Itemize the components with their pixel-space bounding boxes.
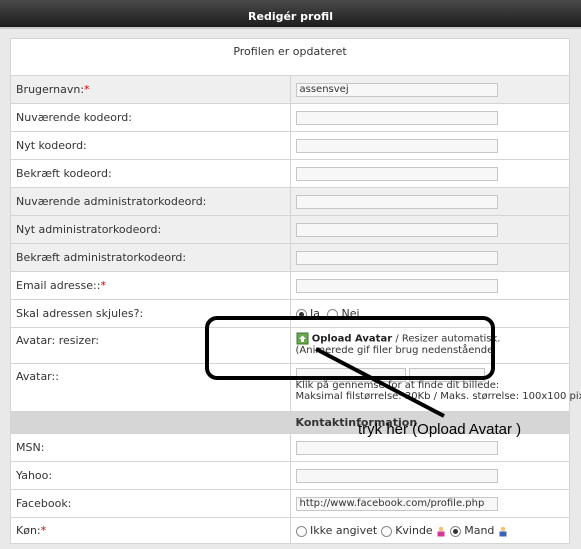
current-password-label: Nuværende kodeord: — [16, 111, 132, 124]
avatar-resizer-label: Avatar: resizer: — [16, 334, 100, 347]
gender-male-radio[interactable] — [449, 525, 461, 537]
email-input[interactable] — [295, 278, 498, 293]
row-confirm-admin-password: Bekræft administratorkodeord: — [10, 243, 570, 272]
email-label: Email adresse:: — [16, 279, 101, 292]
avatar-help-text: Klik på gennemse for at finde dit billed… — [295, 380, 500, 391]
new-admin-password-input[interactable] — [295, 222, 498, 237]
female-icon — [437, 526, 445, 536]
yahoo-input[interactable] — [295, 468, 498, 483]
row-confirm-password: Bekræft kodeord: — [10, 159, 570, 188]
window-titlebar: Redigér profil — [0, 0, 581, 29]
status-message: Profilen er opdateret — [10, 38, 570, 76]
row-gender: Køn:* Ikke angivet Kvinde Mand — [10, 517, 570, 544]
row-current-password: Nuværende kodeord: — [10, 103, 570, 132]
current-admin-password-label: Nuværende administratorkodeord: — [16, 195, 207, 208]
annotation-text: tryk her (Opload Avatar ) — [358, 421, 522, 438]
row-facebook: Facebook: http://www.facebook.com/profil… — [10, 489, 570, 518]
row-yahoo: Yahoo: — [10, 461, 570, 490]
confirm-password-label: Bekræft kodeord: — [16, 167, 112, 180]
window-title: Redigér profil — [248, 10, 333, 23]
confirm-admin-password-input[interactable] — [295, 250, 498, 265]
avatar-label: Avatar:: — [16, 370, 59, 383]
row-email: Email adresse::* — [10, 271, 570, 300]
gender-female-label: Kvinde — [395, 524, 433, 537]
username-label: Brugernavn: — [16, 83, 85, 96]
current-password-input[interactable] — [295, 110, 498, 125]
gender-none-label: Ikke angivet — [310, 524, 378, 537]
username-input[interactable]: assensvej — [295, 82, 498, 97]
gender-label: Køn: — [16, 524, 41, 537]
required-mark: * — [40, 524, 47, 537]
msn-label: MSN: — [16, 441, 45, 454]
row-username: Brugernavn:* assensvej — [10, 75, 570, 104]
confirm-password-input[interactable] — [295, 166, 498, 181]
profile-form: Profilen er opdateret Brugernavn:* assen… — [10, 38, 581, 544]
current-admin-password-input[interactable] — [295, 194, 498, 209]
male-icon — [499, 526, 507, 536]
msn-input[interactable] — [295, 440, 498, 455]
confirm-admin-password-label: Bekræft administratorkodeord: — [16, 251, 187, 264]
row-new-admin-password: Nyt administratorkodeord: — [10, 215, 570, 244]
gender-female-radio[interactable] — [380, 525, 392, 537]
facebook-input[interactable]: http://www.facebook.com/profile.php — [295, 496, 498, 511]
new-password-label: Nyt kodeord: — [16, 139, 87, 152]
yahoo-label: Yahoo: — [16, 469, 53, 482]
new-admin-password-label: Nyt administratorkodeord: — [16, 223, 162, 236]
row-current-admin-password: Nuværende administratorkodeord: — [10, 187, 570, 216]
row-new-password: Nyt kodeord: — [10, 131, 570, 160]
required-mark: * — [100, 279, 106, 292]
new-password-input[interactable] — [295, 138, 498, 153]
hide-email-label: Skal adressen skjules?: — [16, 307, 144, 320]
gender-none-radio[interactable] — [295, 525, 307, 537]
facebook-label: Facebook: — [16, 497, 72, 510]
annotation-box — [205, 316, 495, 380]
avatar-size-text: Maksimal filstørrelse: 30Kb / Maks. stør… — [295, 391, 581, 402]
gender-male-label: Mand — [464, 524, 495, 537]
required-mark: * — [84, 83, 90, 96]
